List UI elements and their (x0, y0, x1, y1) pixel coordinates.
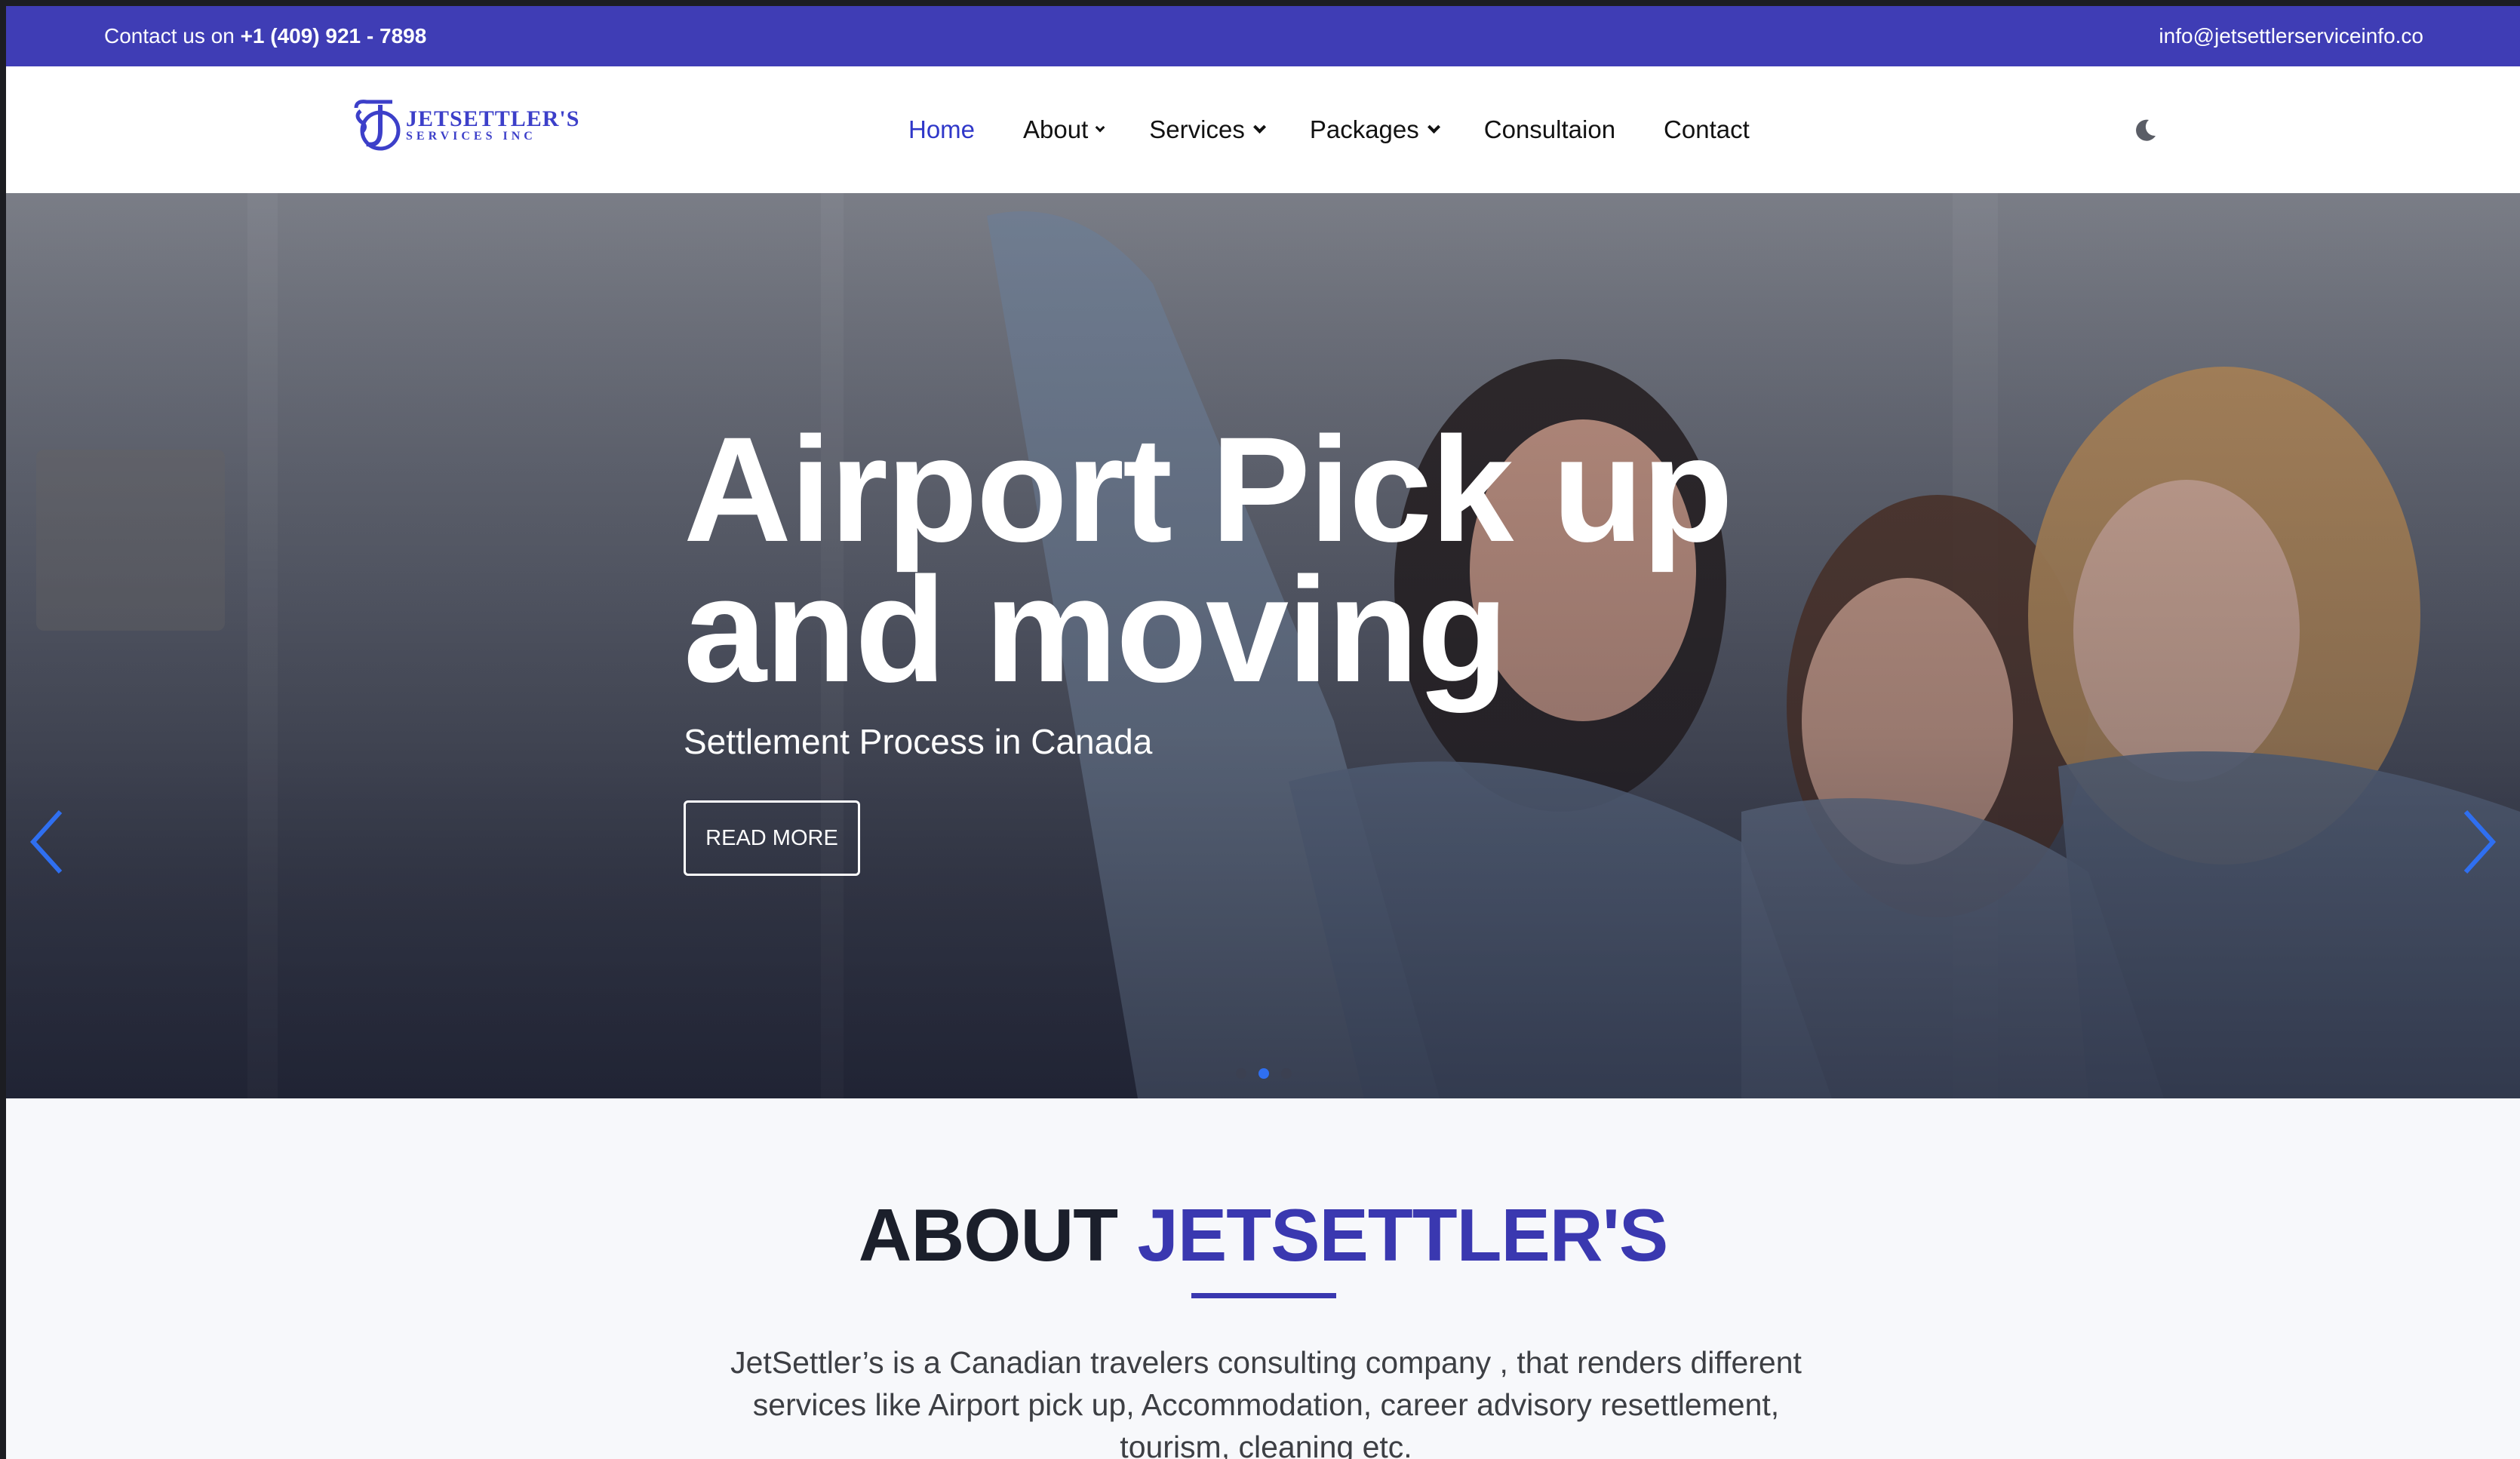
slider-dot[interactable] (1281, 1068, 1292, 1079)
nav-about-label: About (1023, 115, 1089, 143)
nav-menu: Home About Services Packages Consultaion… (908, 66, 1798, 193)
hero-title: Airport Pick up and moving (684, 415, 1733, 705)
brand-logo[interactable]: JETSETTLER'S SERVICES INC (352, 97, 579, 154)
nav-packages-label: Packages (1309, 115, 1419, 143)
logo-mark-icon (354, 100, 401, 151)
slider-dot[interactable] (1236, 1068, 1246, 1079)
contact-prefix: Contact us on (104, 24, 235, 48)
contact-email[interactable]: info@jetsettlerserviceinfo.co (2159, 6, 2423, 66)
chevron-right-icon[interactable] (2451, 804, 2503, 880)
top-contact-bar: Contact us on +1 (409) 921 - 7898 info@j… (6, 6, 2520, 66)
phone-number[interactable]: +1 (409) 921 - 7898 (241, 24, 427, 48)
hero-slider: Airport Pick up and moving Settlement Pr… (6, 193, 2520, 1098)
nav-about[interactable]: About (1023, 115, 1105, 144)
about-description: JetSettler’s is a Canadian travelers con… (730, 1345, 1802, 1459)
contact-phone[interactable]: Contact us on +1 (409) 921 - 7898 (104, 6, 426, 66)
nav-consultation[interactable]: Consultaion (1484, 115, 1615, 144)
chevron-down-icon (1427, 120, 1440, 134)
logo-subtitle: SERVICES INC (406, 130, 536, 143)
chevron-left-icon[interactable] (23, 804, 75, 880)
about-heading-accent: JETSETTLER'S (1137, 1193, 1668, 1276)
main-navbar: JETSETTLER'S SERVICES INC Home About Ser… (6, 66, 2520, 193)
hero-subtitle: Settlement Process in Canada (684, 722, 1153, 761)
nav-contact-label: Contact (1664, 115, 1750, 143)
moon-icon[interactable] (2132, 118, 2158, 143)
slider-pagination (1236, 1068, 1292, 1079)
nav-home-label: Home (908, 115, 976, 143)
nav-home[interactable]: Home (908, 115, 975, 144)
nav-contact[interactable]: Contact (1664, 115, 1750, 144)
heading-underline (1191, 1293, 1336, 1298)
nav-packages[interactable]: Packages (1309, 115, 1440, 144)
about-section: ABOUT JETSETTLER'S JetSettler’s is a Can… (6, 1098, 2520, 1459)
chevron-down-icon (1252, 120, 1266, 134)
hero-title-line2: and moving (684, 546, 1508, 713)
logo-title: JETSETTLER'S (406, 106, 580, 131)
slider-dot-active[interactable] (1258, 1068, 1269, 1079)
nav-services-label: Services (1149, 115, 1245, 143)
read-more-button[interactable]: READ MORE (684, 800, 860, 876)
about-heading: ABOUT JETSETTLER'S (6, 1193, 2520, 1278)
chevron-down-icon (1095, 122, 1105, 132)
nav-services[interactable]: Services (1149, 115, 1266, 144)
browser-viewport: Contact us on +1 (409) 921 - 7898 info@j… (6, 6, 2520, 1459)
nav-consultation-label: Consultaion (1483, 115, 1616, 143)
about-heading-plain: ABOUT (858, 1193, 1118, 1276)
